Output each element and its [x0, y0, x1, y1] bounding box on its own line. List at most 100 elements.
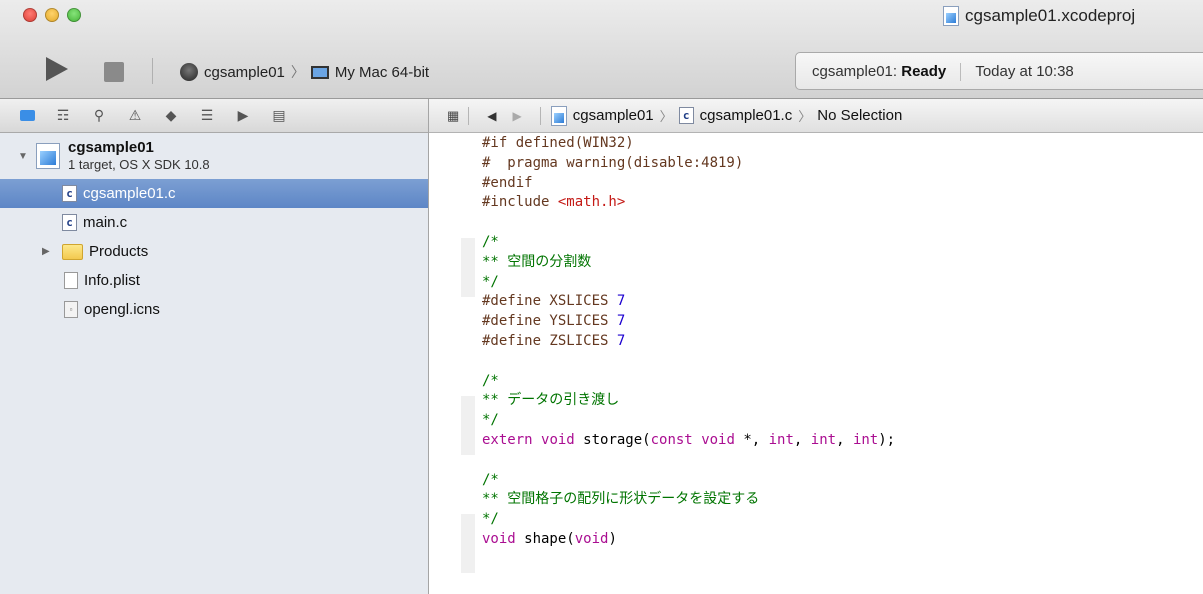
code-line[interactable]: /* — [482, 471, 895, 491]
xcodeproj-icon — [550, 105, 567, 126]
scheme-icon — [180, 63, 198, 81]
code-line[interactable]: #define ZSLICES 7 — [482, 332, 895, 352]
mac-display-icon — [310, 65, 329, 79]
code-token: int — [810, 431, 837, 448]
folder-icon — [62, 243, 83, 260]
code-line[interactable]: void shape(void) — [482, 530, 895, 550]
file-row-products[interactable]: ▶ Products — [0, 237, 428, 266]
code-line[interactable]: */ — [482, 411, 895, 431]
run-button[interactable] — [46, 57, 68, 81]
code-line[interactable]: ** 空間格子の配列に形状データを設定する — [482, 490, 895, 510]
code-token: #define XSLICES — [482, 293, 617, 310]
code-token: , — [793, 431, 811, 448]
code-token: void — [541, 431, 575, 448]
code-line[interactable]: #endif — [482, 174, 895, 194]
disclosure-closed-icon[interactable]: ▶ — [42, 246, 56, 257]
code-token: ** データの引き渡し — [482, 392, 620, 409]
file-label: Products — [89, 243, 149, 260]
stop-button[interactable] — [104, 62, 124, 82]
jumpbar-divider — [539, 106, 541, 125]
code-token: void — [574, 530, 609, 547]
search-icon[interactable]: ⚲ — [90, 107, 108, 125]
related-items-icon[interactable]: ▦ — [447, 108, 459, 124]
code-line[interactable]: #define YSLICES 7 — [482, 312, 895, 332]
code-line[interactable]: /* — [482, 233, 895, 253]
code-token: 7 — [616, 332, 626, 349]
scheme-selector[interactable]: cgsample01 〉 My Mac 64-bit — [180, 62, 429, 82]
file-label: main.c — [83, 214, 128, 231]
code-token: const — [650, 431, 693, 448]
status-state: Ready — [901, 63, 947, 80]
code-token: , — [836, 431, 853, 448]
jumpbar-selection[interactable]: No Selection — [817, 107, 902, 124]
code-line[interactable]: # pragma warning(disable:4819) — [482, 154, 895, 174]
status-time: Today at 10:38 — [975, 63, 1074, 80]
document-icon — [64, 272, 78, 289]
breakpoint-icon[interactable]: ▶ — [234, 107, 252, 125]
debug-icon[interactable]: ☰ — [198, 107, 216, 125]
code-text[interactable]: #if defined(WIN32) # pragma warning(disab… — [482, 134, 895, 550]
code-line[interactable] — [482, 352, 895, 372]
close-window-button[interactable] — [23, 8, 37, 22]
code-line[interactable]: extern void storage(const void *, int, i… — [482, 431, 895, 451]
issue-icon[interactable]: ⚠ — [126, 107, 144, 125]
jumpbar-divider — [468, 106, 470, 125]
code-line[interactable]: /* — [482, 372, 895, 392]
code-line[interactable] — [482, 451, 895, 471]
file-row-opengl-icns[interactable]: ▫ opengl.icns — [0, 295, 428, 324]
line-gutter — [429, 133, 461, 594]
disclosure-open-icon[interactable]: ▼ — [18, 151, 32, 162]
code-line[interactable] — [482, 213, 895, 233]
c-file-icon: c — [678, 107, 694, 124]
code-token: #define YSLICES — [482, 313, 617, 330]
file-label: opengl.icns — [84, 301, 160, 318]
jumpbar-project[interactable]: cgsample01 — [550, 105, 654, 126]
file-row-main-c[interactable]: c main.c — [0, 208, 428, 237]
jumpbar-file[interactable]: c cgsample01.c — [678, 107, 792, 124]
image-file-icon: ▫ — [64, 301, 78, 318]
destination-name: My Mac 64-bit — [334, 63, 430, 81]
test-icon[interactable]: ◆ — [162, 107, 180, 125]
code-token: <math.h> — [557, 194, 626, 211]
activity-status: cgsample01: Ready Today at 10:38 — [795, 52, 1203, 90]
code-line[interactable]: #include <math.h> — [482, 193, 895, 213]
code-token: ) — [608, 530, 617, 547]
file-row-cgsample01-c[interactable]: c cgsample01.c — [0, 179, 428, 208]
symbol-icon[interactable]: ☶ — [54, 107, 72, 125]
code-line[interactable]: #define XSLICES 7 — [482, 292, 895, 312]
zoom-window-button[interactable] — [67, 8, 81, 22]
status-project: cgsample01: — [812, 63, 898, 80]
back-arrow-icon[interactable]: ◀ — [487, 109, 496, 123]
source-editor: ▦ ◀ ▶ cgsample01 〉 c cgsample01.c 〉 No S… — [429, 99, 1203, 594]
code-token: #include — [482, 194, 558, 211]
forward-arrow-icon[interactable]: ▶ — [513, 109, 522, 123]
chevron-right-icon: 〉 — [798, 109, 812, 124]
code-token: */ — [482, 511, 499, 528]
code-line[interactable]: ** データの引き渡し — [482, 391, 895, 411]
code-line[interactable]: ** 空間の分割数 — [482, 253, 895, 273]
code-fold-ribbon[interactable] — [461, 238, 475, 297]
minimize-window-button[interactable] — [45, 8, 59, 22]
code-token: shape( — [515, 530, 575, 547]
project-name: cgsample01 — [68, 139, 154, 156]
code-fold-ribbon[interactable] — [461, 514, 475, 573]
code-line[interactable]: #if defined(WIN32) — [482, 134, 895, 154]
scheme-name: cgsample01 — [204, 63, 285, 81]
xcodeproj-icon — [943, 6, 959, 26]
log-icon[interactable]: ▤ — [270, 107, 288, 125]
c-file-icon: c — [62, 214, 77, 231]
project-row[interactable]: ▼ cgsample01 1 target, OS X SDK 10.8 — [0, 133, 428, 179]
code-token: /* — [482, 233, 499, 250]
code-token: void — [701, 431, 735, 448]
folder-icon[interactable] — [18, 107, 36, 125]
toolbar: cgsample01.xcodeproj cgsample01 〉 My Mac… — [0, 0, 1203, 99]
code-line[interactable]: */ — [482, 273, 895, 293]
file-row-info-plist[interactable]: Info.plist — [0, 266, 428, 295]
code-token: /* — [482, 471, 499, 488]
code-fold-ribbon[interactable] — [461, 396, 475, 455]
toolbar-divider — [152, 58, 153, 84]
code-line[interactable]: */ — [482, 510, 895, 530]
window-controls — [23, 8, 81, 22]
